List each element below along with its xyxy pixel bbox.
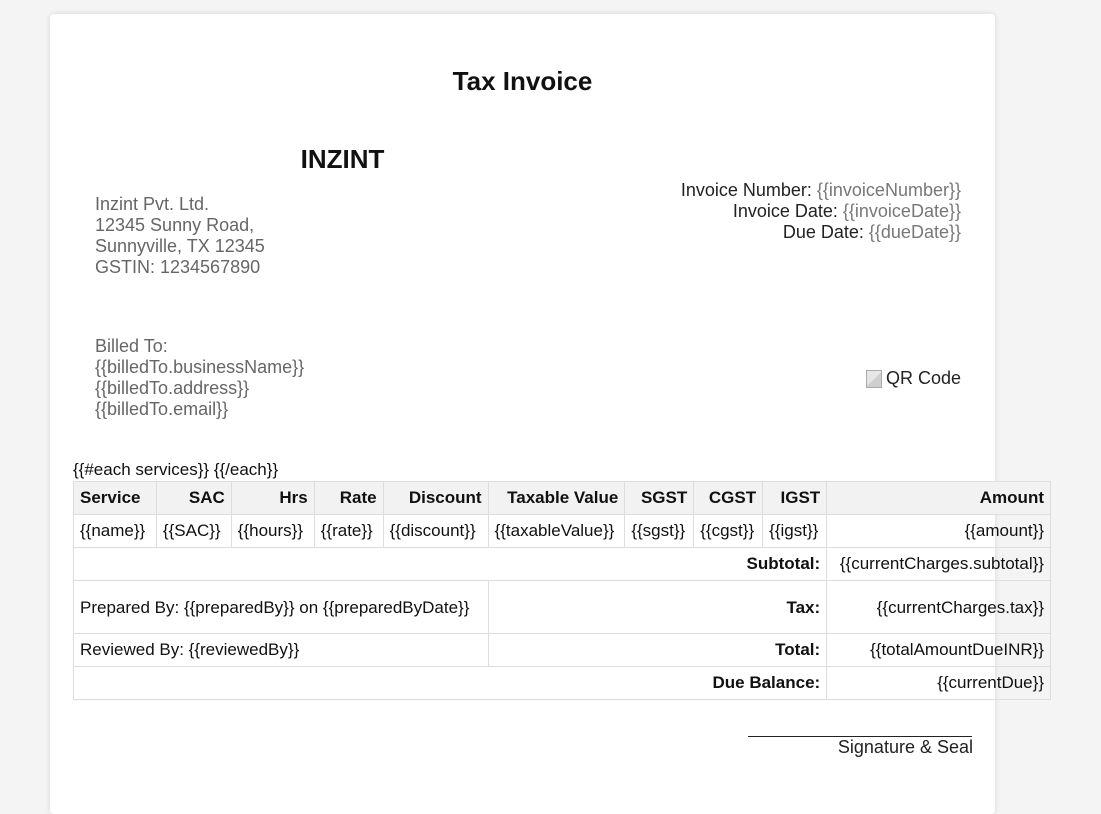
company-address-line1: 12345 Sunny Road, (95, 215, 255, 235)
tax-row: Prepared By: {{preparedBy}} on {{prepare… (73, 580, 1051, 634)
due-date-label: Due Date: (782, 222, 864, 242)
cell-amount: {{amount}} (826, 514, 1051, 548)
subtotal-label: Subtotal: (72, 547, 828, 581)
header-taxable-value: Taxable Value (487, 481, 626, 515)
company-name: INZINT (300, 144, 385, 174)
invoice-number-value: {{invoiceNumber}} (816, 180, 961, 200)
header-hrs: Hrs (230, 481, 315, 515)
invoice-number-label: Invoice Number: (680, 180, 812, 200)
invoice-number-line: Invoice Number: {{invoiceNumber}} (681, 180, 961, 201)
each-services-tag: {{#each services}} {{/each}} (73, 460, 279, 479)
cell-rate: {{rate}} (313, 514, 384, 548)
cell-sgst: {{sgst}} (624, 514, 695, 548)
prepared-by: Prepared By: {{preparedBy}} on {{prepare… (73, 580, 489, 634)
header-amount: Amount (826, 481, 1051, 515)
total-value: {{totalAmountDueINR}} (826, 633, 1051, 667)
signature-label: Signature & Seal (837, 737, 973, 757)
invoice-meta: Invoice Number: {{invoiceNumber}} Invoic… (681, 180, 961, 243)
table-row: {{name}} {{SAC}} {{hours}} {{rate}} {{di… (73, 514, 1051, 548)
invoice-date-line: Invoice Date: {{invoiceDate}} (681, 201, 961, 222)
due-balance-value: {{currentDue}} (826, 666, 1051, 700)
billed-to-email: {{billedTo.email}} (95, 399, 229, 419)
table-header-row: Service SAC Hrs Rate Discount Taxable Va… (73, 481, 1051, 515)
qr-code-alt-text: QR Code (885, 368, 961, 388)
total-row: Reviewed By: {{reviewedBy}} Total: {{tot… (73, 633, 1051, 667)
company-address-block: Inzint Pvt. Ltd. 12345 Sunny Road, Sunny… (95, 194, 265, 278)
billed-to-address: {{billedTo.address}} (95, 378, 250, 398)
header-discount: Discount (382, 481, 489, 515)
company-legal-name: Inzint Pvt. Ltd. (95, 194, 210, 214)
due-date-line: Due Date: {{dueDate}} (681, 222, 961, 243)
company-address-line2: Sunnyville, TX 12345 (95, 236, 265, 256)
invoice-date-label: Invoice Date: (732, 201, 838, 221)
header-sac: SAC (155, 481, 232, 515)
invoice-title: Tax Invoice (452, 66, 593, 96)
header-sgst: SGST (624, 481, 695, 515)
header-igst: IGST (762, 481, 828, 515)
billed-to-block: Billed To: {{billedTo.businessName}} {{b… (95, 336, 304, 420)
header-cgst: CGST (693, 481, 764, 515)
cell-name: {{name}} (73, 514, 157, 548)
billed-to-label: Billed To: (95, 336, 168, 356)
subtotal-value: {{currentCharges.subtotal}} (826, 547, 1051, 581)
due-balance-row: Due Balance: {{currentDue}} (72, 666, 1051, 700)
qr-code-image: QR Code (865, 368, 961, 389)
cell-igst: {{igst}} (762, 514, 828, 548)
company-gstin: GSTIN: 1234567890 (95, 257, 261, 277)
invoice-date-value: {{invoiceDate}} (842, 201, 961, 221)
tax-value: {{currentCharges.tax}} (826, 580, 1051, 634)
reviewed-by: Reviewed By: {{reviewedBy}} (73, 633, 489, 667)
services-table: Service SAC Hrs Rate Discount Taxable Va… (72, 481, 1051, 700)
total-label: Total: (487, 633, 828, 667)
billed-to-business-name: {{billedTo.businessName}} (95, 357, 305, 377)
subtotal-row: Subtotal: {{currentCharges.subtotal}} (72, 547, 1051, 581)
header-rate: Rate (313, 481, 384, 515)
due-balance-label: Due Balance: (72, 666, 828, 700)
cell-sac: {{SAC}} (155, 514, 232, 548)
broken-image-icon (865, 369, 882, 388)
cell-cgst: {{cgst}} (693, 514, 764, 548)
header-service: Service (73, 481, 157, 515)
tax-label: Tax: (487, 580, 828, 634)
cell-taxable-value: {{taxableValue}} (487, 514, 626, 548)
cell-discount: {{discount}} (382, 514, 489, 548)
cell-hours: {{hours}} (230, 514, 315, 548)
due-date-value: {{dueDate}} (868, 222, 961, 242)
